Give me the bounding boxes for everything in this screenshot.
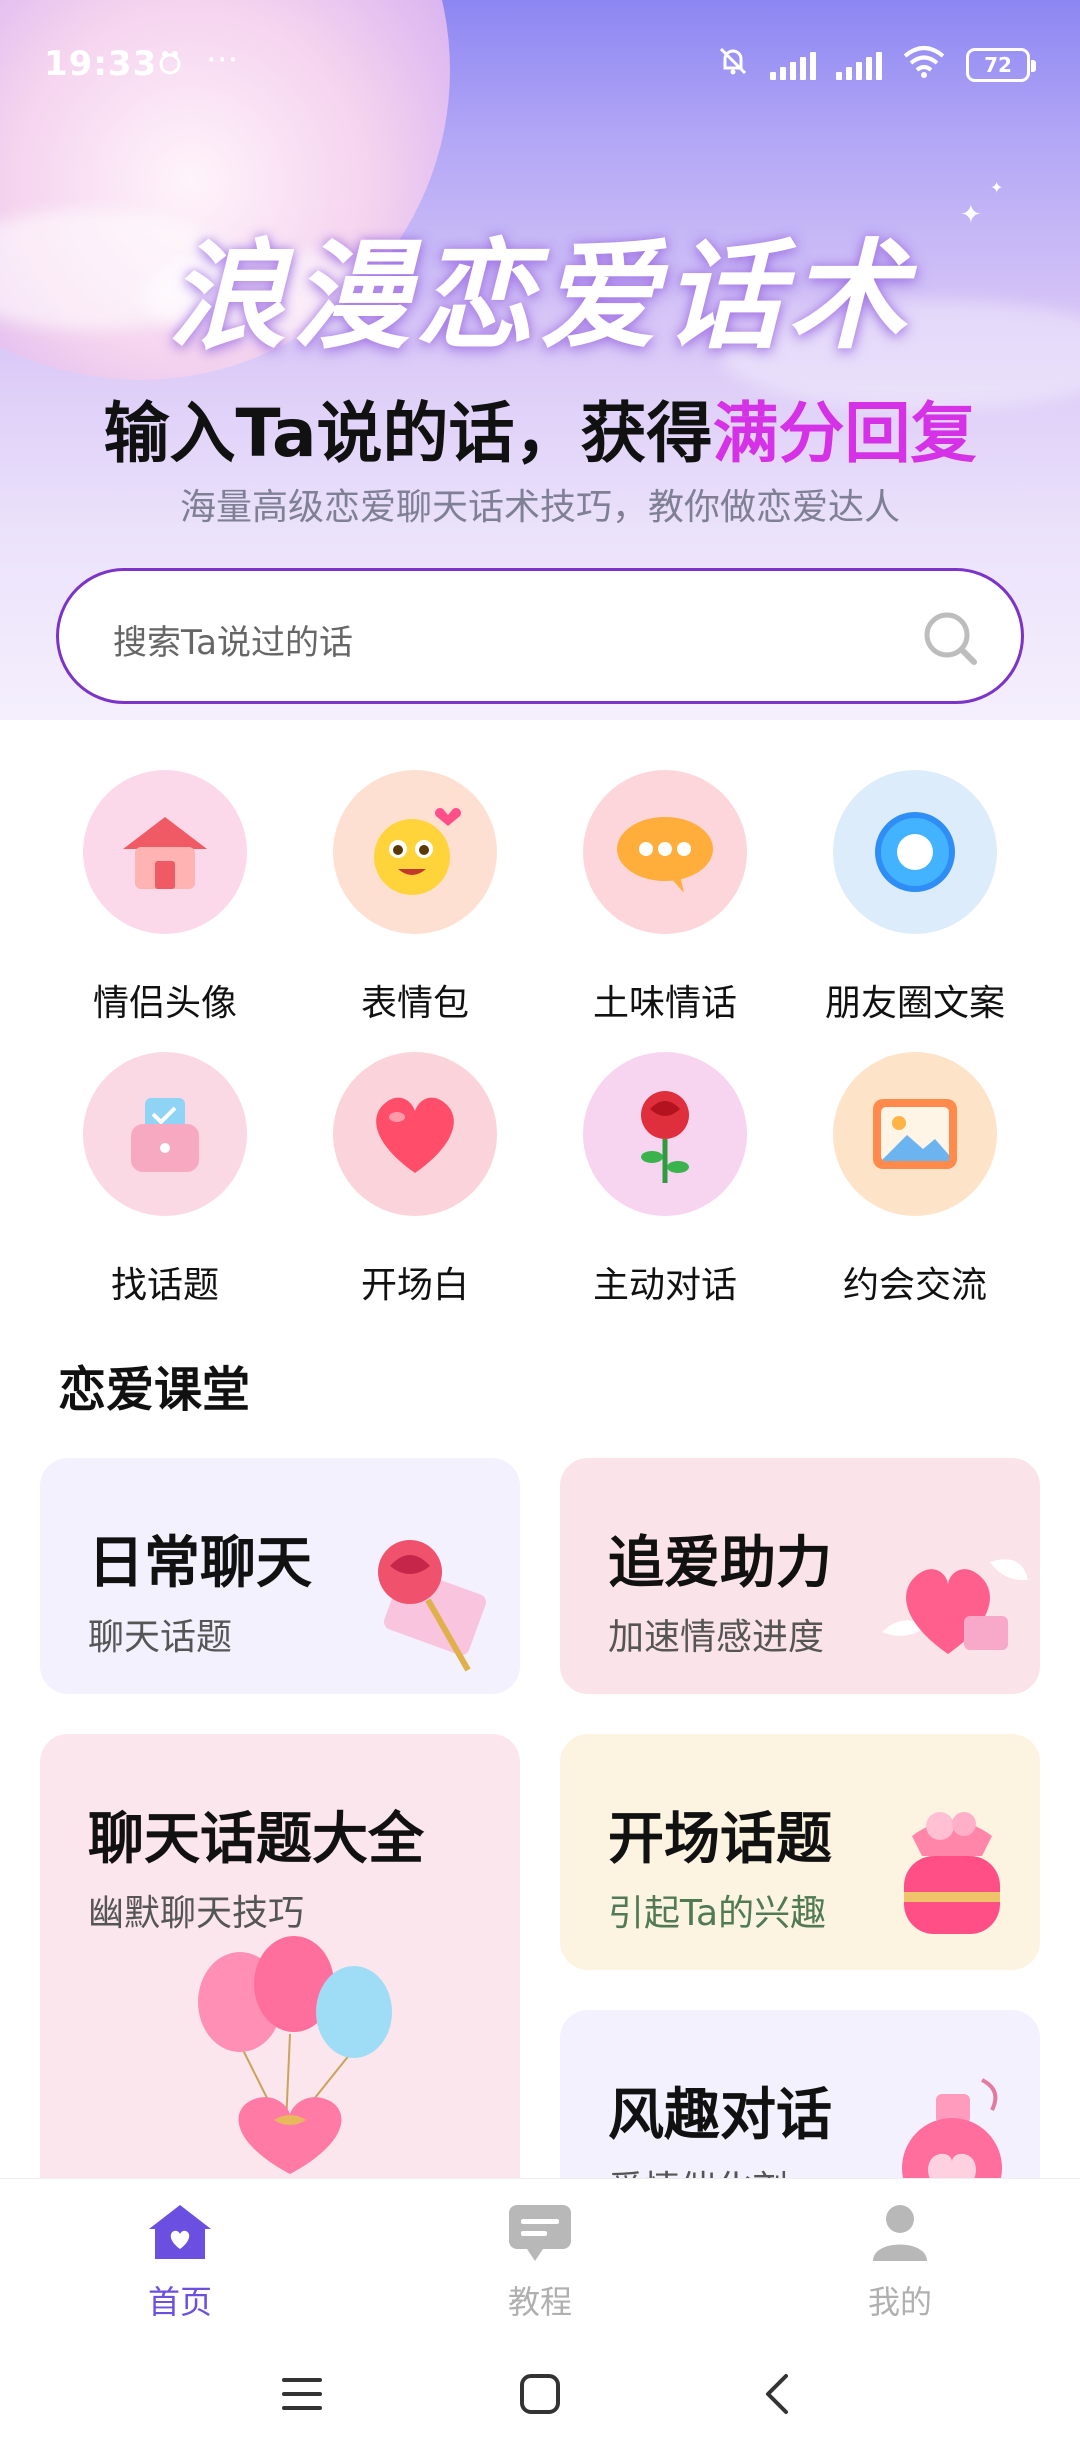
nav-label: 我的 [867,2283,932,2321]
emoji-face-icon [333,770,497,934]
hero-headline: 输入Ta说的话，获得满分回复 [0,380,1080,476]
picture-icon [833,1052,997,1216]
message-icon [440,2201,640,2267]
card-subtitle: 加速情感进度 [608,1617,825,1658]
category-label: 开场白 [360,1265,469,1306]
back-icon[interactable] [762,2372,792,2420]
hero-subline: 海量高级恋爱聊天话术技巧，教你做恋爱达人 [179,487,900,528]
category-opening-line[interactable]: 开场白 [290,1052,540,1308]
category-active-chat[interactable]: 主动对话 [540,1052,790,1308]
category-label: 约会交流 [842,1265,987,1306]
status-bar: 19:33 ··· 72 [0,0,1080,140]
signal-hd-icon [770,50,816,80]
sparkle-icon: ✦ [990,178,1004,197]
rose-icon [583,1052,747,1216]
card-chat-topics-all[interactable]: 聊天话题大全 幽默聊天技巧 [40,1734,520,2254]
hero-banner: ✦ ✦ 19:33 ··· 72 浪漫恋爱话术 输入Ta说的话，获得满分回复 海… [0,0,1080,720]
category-cheesy-lines[interactable]: 土味情话 [540,770,790,1026]
wallet-icon [83,1052,247,1216]
status-time: 19:33 [44,44,158,84]
card-title: 聊天话题大全 [88,1807,424,1872]
home-square-icon[interactable] [518,2372,562,2420]
system-navigation-bar [0,2328,1080,2460]
card-love-boost[interactable]: 追爱助力 加速情感进度 [560,1458,1040,1694]
category-label: 土味情话 [592,983,737,1024]
winged-heart-icon [872,1522,1032,1686]
more-dots: ··· [206,40,239,80]
bottom-navigation: 首页 教程 我的 [0,2178,1080,2328]
card-title: 开场话题 [608,1807,832,1872]
rose-envelope-icon [350,1520,510,1684]
app-logo-title: 浪漫恋爱话术 [167,226,912,365]
category-label: 找话题 [110,1265,219,1306]
house-icon [83,770,247,934]
home-icon [80,2201,280,2267]
search-icon[interactable] [919,607,983,671]
card-daily-chat[interactable]: 日常聊天 聊天话题 [40,1458,520,1694]
wifi-icon [902,44,946,85]
category-label: 情侣头像 [92,983,237,1024]
nav-label: 教程 [507,2283,572,2321]
category-moments-copy[interactable]: 朋友圈文案 [790,770,1040,1026]
card-subtitle: 引起Ta的兴趣 [608,1893,827,1934]
card-title: 风趣对话 [608,2083,832,2148]
card-opening-topics[interactable]: 开场话题 引起Ta的兴趣 [560,1734,1040,1970]
search-input[interactable]: 搜索Ta说过的话 [113,615,353,664]
battery-icon: 72 [966,47,1036,82]
category-label: 朋友圈文案 [824,983,1005,1024]
headline-highlight: 满分回复 [712,395,977,472]
nav-label: 首页 [147,2283,212,2321]
chat-bubble-icon [583,770,747,934]
signal-icon [836,50,882,80]
ring-icon [833,770,997,934]
nav-profile[interactable]: 我的 [800,2201,1000,2323]
gift-bag-icon [882,1796,1022,1950]
profile-icon [800,2201,1000,2267]
section-title: 恋爱课堂 [58,1362,251,1418]
card-title: 日常聊天 [88,1531,312,1596]
heart-icon [333,1052,497,1216]
menu-icon[interactable] [280,2374,324,2418]
balloons-icon [170,1924,410,2188]
category-couple-avatar[interactable]: 情侣头像 [40,770,290,1026]
nav-home[interactable]: 首页 [80,2201,280,2323]
mute-bell-icon [716,44,750,85]
category-emoji[interactable]: 表情包 [290,770,540,1026]
search-bar[interactable]: 搜索Ta说过的话 [56,568,1024,704]
category-find-topic[interactable]: 找话题 [40,1052,290,1308]
notification-icon [156,48,184,84]
category-date-talk[interactable]: 约会交流 [790,1052,1040,1308]
category-label: 表情包 [360,983,469,1024]
category-label: 主动对话 [592,1265,737,1306]
headline-prefix: 输入Ta说的话，获得 [103,395,713,472]
card-title: 追爱助力 [608,1531,832,1596]
card-subtitle: 聊天话题 [88,1617,233,1658]
nav-tutorial[interactable]: 教程 [440,2201,640,2323]
status-right-group: 72 [716,44,1036,85]
